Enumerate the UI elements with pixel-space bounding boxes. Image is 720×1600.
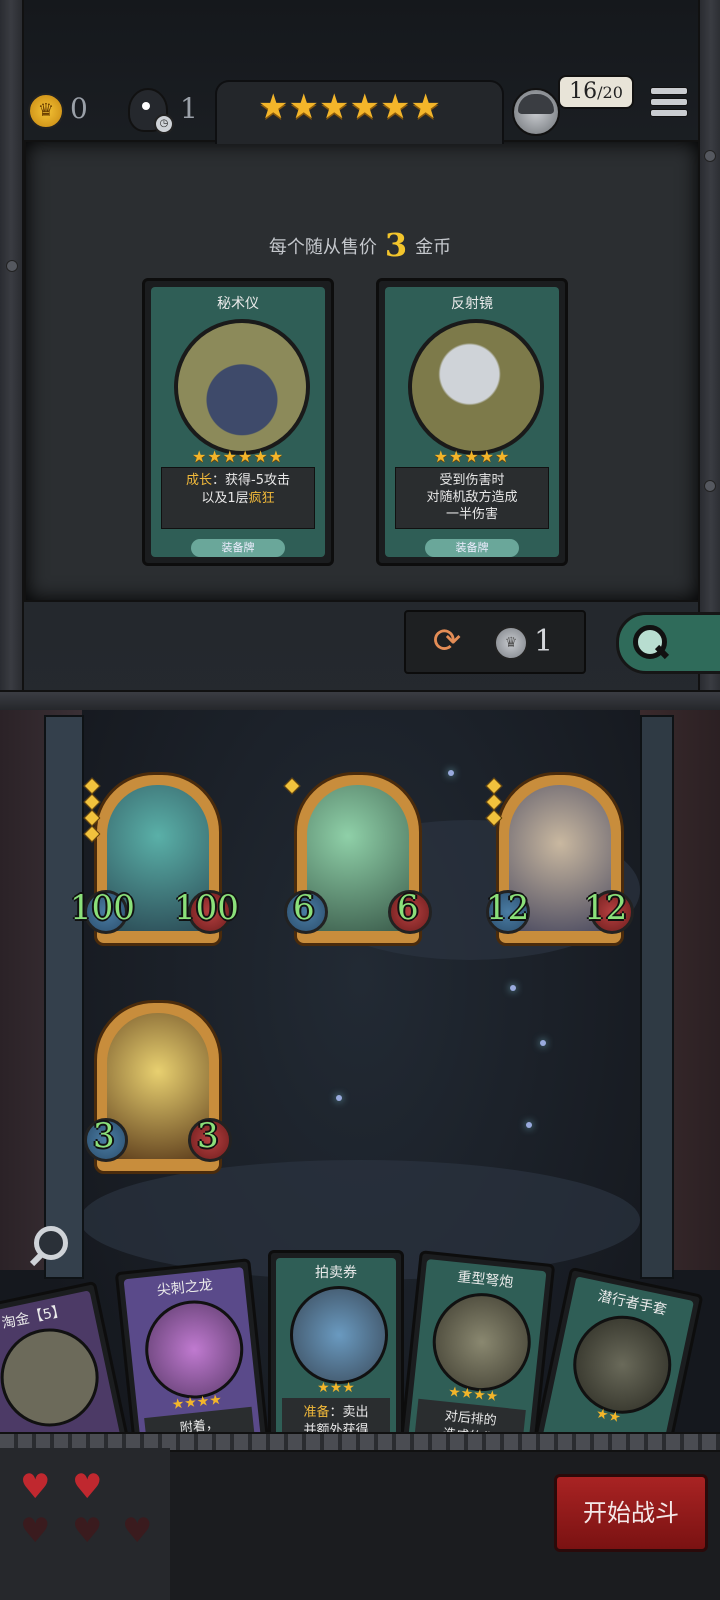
heart-empty-icon: ♥	[122, 1511, 153, 1551]
turn-counter: 16/20	[558, 75, 634, 109]
card-description: 成长：获得-5攻击 以及1层疯狂	[161, 467, 315, 529]
heart-icon: ♥	[20, 1467, 51, 1507]
tier-star-icon: ★	[318, 87, 350, 127]
tier-star-icon: ★	[288, 87, 319, 127]
rivet	[704, 150, 716, 162]
attack-value: 100	[70, 888, 135, 928]
silver-coin-icon: ♛	[494, 626, 528, 660]
keyword: 成长	[186, 473, 213, 488]
shop-frame-left	[0, 0, 24, 700]
heart-empty-icon: ♥	[72, 1511, 103, 1551]
tier-star-icon: ★	[258, 87, 289, 127]
health-value: 6	[397, 888, 419, 928]
clock-icon: ◷	[154, 114, 174, 134]
desc-text: 以及1层	[201, 491, 249, 506]
shop-card-2[interactable]: 反射镜 ★★★★★ 受到伤害时 对随机敌方造成 一半伤害 装备牌	[376, 278, 568, 566]
shop-bottom-rail	[0, 690, 720, 712]
refresh-button[interactable]: ⟳ ♛ 1	[404, 610, 586, 674]
coin-icon: ♛	[28, 93, 64, 129]
firefly	[526, 1122, 532, 1128]
card-type-badge: 装备牌	[191, 539, 285, 557]
board-minion-1[interactable]: 100 100	[70, 772, 239, 946]
ballista-art	[427, 1288, 536, 1396]
card-type-badge: 装备牌	[425, 539, 519, 557]
keyword: 准备	[303, 1405, 330, 1420]
card-title: 秘术仪	[217, 296, 259, 312]
board-column	[44, 715, 84, 1279]
tier-star-icon: ★	[410, 87, 441, 127]
firefly	[510, 985, 516, 991]
firefly	[336, 1095, 342, 1101]
board-column	[640, 715, 674, 1279]
keyword: 疯狂	[248, 491, 275, 506]
heart-empty-icon: ♥	[20, 1511, 51, 1551]
health-value: 3	[197, 1116, 219, 1156]
turn-max: /20	[597, 83, 623, 102]
shop-search-button[interactable]	[616, 612, 720, 674]
gold-count: 0	[70, 92, 88, 125]
shop-panel	[24, 140, 700, 602]
card-stars: ★★★★★	[433, 447, 511, 466]
board-minion-3[interactable]: 12 12	[485, 772, 634, 946]
shop-tier-stars: ★★★★★★	[258, 90, 458, 124]
desc-text: ：卖出	[329, 1405, 369, 1420]
tier-star-icon: ★	[349, 87, 380, 127]
price-value: 3	[384, 226, 408, 264]
board-minion-2[interactable]: 6 6	[283, 772, 432, 946]
crow-count: 1	[180, 92, 198, 125]
card-frame: 秘术仪 ★★★★★★ 成长：获得-5攻击 以及1层疯狂 装备牌	[151, 287, 325, 557]
start-battle-button[interactable]: 开始战斗	[554, 1474, 708, 1552]
menu-bar	[650, 87, 688, 95]
attack-value: 3	[93, 1116, 115, 1156]
turn-current: 16	[569, 79, 598, 104]
desc-text: 一半伤害	[445, 507, 498, 522]
health-value: 12	[584, 888, 628, 928]
card-description: 受到伤害时 对随机敌方造成 一半伤害	[395, 467, 549, 529]
shop-frame-right	[698, 0, 720, 700]
health-value: 100	[174, 888, 239, 928]
firefly	[540, 1040, 546, 1046]
card-title: 拍卖券	[315, 1265, 357, 1281]
card-title: 尖刺之龙	[156, 1277, 214, 1299]
hamburger-menu-icon[interactable]	[650, 84, 688, 120]
menu-bar	[650, 98, 688, 106]
sell-price-line: 每个随从售价 3 金币	[0, 226, 720, 264]
refresh-icon: ⟳	[432, 621, 462, 661]
player-avatar-icon[interactable]	[512, 88, 560, 136]
desc-text: 对后排的	[443, 1408, 498, 1430]
price-suffix: 金币	[415, 237, 452, 258]
card-title: 重型弩炮	[456, 1269, 514, 1291]
avatar-hair	[518, 94, 554, 114]
board-minion-4[interactable]: 3 3	[84, 1000, 232, 1174]
desc-text: ：获得-5攻击	[212, 473, 290, 488]
gold-pan-art	[0, 1319, 108, 1436]
card-title: 反射镜	[451, 296, 493, 312]
card-stars: ★★★	[317, 1380, 355, 1396]
tier-star-icon: ★	[379, 87, 411, 127]
card-stars: ★★★★★★	[191, 447, 285, 466]
card-frame: 反射镜 ★★★★★ 受到伤害时 对随机敌方造成 一半伤害 装备牌	[385, 287, 559, 557]
attack-value: 6	[293, 888, 315, 928]
shop-card-1[interactable]: 秘术仪 ★★★★★★ 成长：获得-5攻击 以及1层疯狂 装备牌	[142, 278, 334, 566]
desc-text: 受到伤害时	[439, 473, 505, 488]
desc-text: 对随机敌方造成	[426, 490, 518, 505]
rivet	[704, 480, 716, 492]
search-icon-handle	[29, 1251, 45, 1267]
mirror-art	[408, 319, 544, 455]
spike-dragon-art	[140, 1295, 249, 1404]
auction-art	[290, 1286, 388, 1384]
board-search-button[interactable]	[28, 1222, 72, 1270]
attack-value: 12	[486, 888, 530, 928]
crow-eye	[142, 102, 150, 110]
refresh-cost: 1	[534, 624, 554, 659]
crow-clock-icon[interactable]: ◷	[128, 88, 174, 134]
menu-bar	[650, 109, 688, 117]
price-prefix: 每个随从售价	[268, 237, 377, 258]
altar-art	[174, 319, 310, 455]
heart-icon: ♥	[72, 1467, 103, 1507]
firefly	[448, 770, 454, 776]
